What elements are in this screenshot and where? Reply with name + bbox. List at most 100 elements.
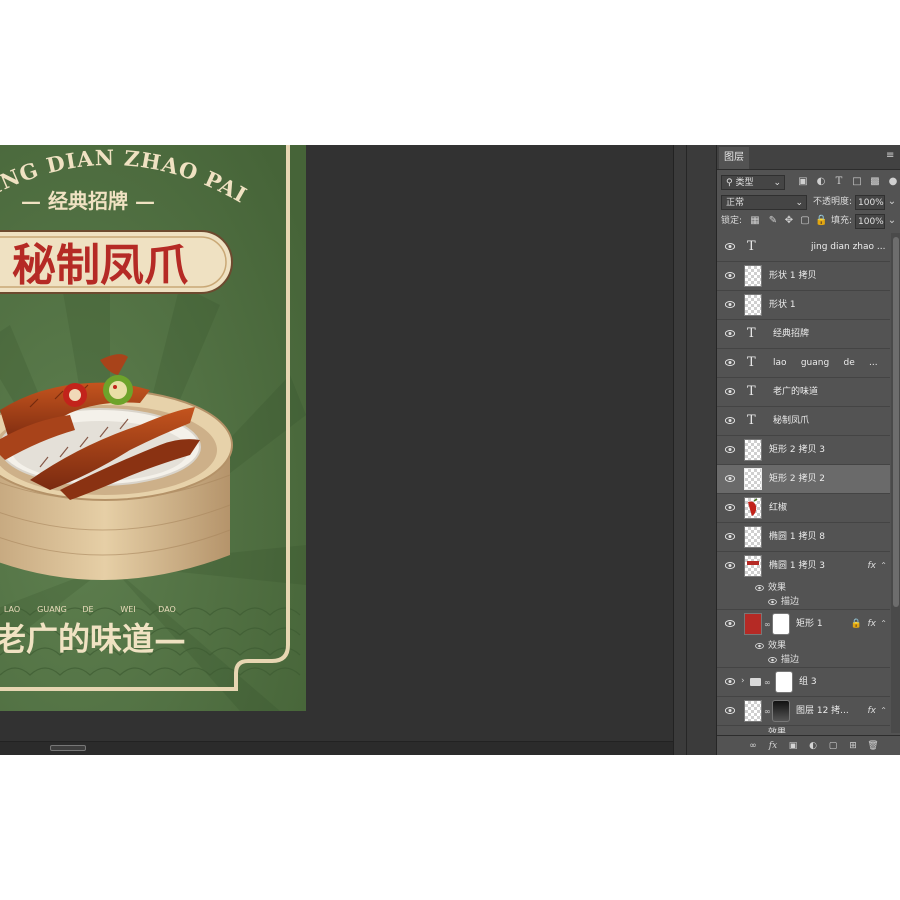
link-layers-icon[interactable]: ∞ — [747, 740, 759, 752]
layer-name: 形状 1 拷贝 — [769, 271, 817, 281]
text-layer-icon: T — [747, 384, 756, 399]
eye-icon[interactable] — [725, 562, 735, 569]
lock-move-icon[interactable]: ✥ — [783, 215, 795, 227]
filter-adjustment-icon[interactable]: ◐ — [815, 176, 827, 188]
layer-row[interactable]: 矩形 2 拷贝 3 — [717, 436, 890, 465]
chevron-up-icon[interactable]: ⌃ — [880, 561, 887, 570]
eye-icon[interactable] — [725, 533, 735, 540]
layer-name: 图层 12 拷... — [796, 706, 849, 716]
filter-type-icon[interactable]: T — [833, 176, 845, 188]
eye-icon[interactable] — [725, 388, 735, 395]
layer-name: 老广的味道 — [773, 387, 819, 397]
effects-row[interactable]: 效果 — [717, 639, 890, 653]
poster-artboard[interactable]: JING DIAN ZHAO PAI — 经典招牌 — 秘制凤爪 — [0, 145, 306, 711]
layer-filter-select[interactable]: ⚲ 类型 ⌄ — [721, 175, 785, 190]
layer-group-row[interactable]: › ∞ 组 3 — [717, 668, 890, 697]
new-layer-icon[interactable]: ⊞ — [847, 740, 859, 752]
layer-row[interactable]: ∞ 图层 12 拷... fx ⌃ — [717, 697, 890, 726]
eye-icon[interactable] — [725, 359, 735, 366]
eye-icon[interactable] — [725, 272, 735, 279]
fill-input[interactable]: 100% — [855, 214, 885, 229]
canvas-workspace[interactable]: JING DIAN ZHAO PAI — 经典招牌 — 秘制凤爪 — [0, 145, 673, 741]
layer-name: 形状 1 — [769, 300, 796, 310]
photoshop-window: JING DIAN ZHAO PAI — 经典招牌 — 秘制凤爪 — [0, 145, 900, 755]
eye-icon[interactable] — [768, 657, 777, 663]
panel-menu-icon[interactable]: ≡ — [886, 151, 895, 161]
layer-row[interactable]: 椭圆 1 拷贝 8 — [717, 523, 890, 552]
lock-icon: 🔒 — [850, 619, 862, 629]
lock-brush-icon[interactable]: ✎ — [767, 215, 779, 227]
eye-icon[interactable] — [725, 620, 735, 627]
effects-row[interactable]: 效果 — [717, 581, 890, 595]
opacity-input[interactable]: 100% — [855, 195, 885, 210]
chevron-up-icon[interactable]: ⌃ — [880, 706, 887, 715]
horizontal-scrollbar[interactable] — [0, 741, 673, 755]
eye-icon[interactable] — [768, 599, 777, 605]
layers-panel: 图层 ≡ ⚲ 类型 ⌄ ▣ ◐ T □ ▩ ● 正常 ⌄ 不透明度: 100% — [716, 145, 900, 755]
eye-icon[interactable] — [725, 707, 735, 714]
new-group-icon[interactable]: ▢ — [827, 740, 839, 752]
link-icon[interactable]: ∞ — [764, 678, 771, 687]
blend-mode-select[interactable]: 正常 ⌄ — [721, 195, 807, 210]
subtitle-text: — 经典招牌 — — [21, 189, 155, 213]
layer-row-selected[interactable]: 矩形 2 拷贝 2 — [717, 465, 890, 494]
trash-icon[interactable]: 🗑 — [867, 740, 879, 752]
chevron-down-icon[interactable]: ⌄ — [886, 215, 898, 227]
chevron-down-icon[interactable]: ⌄ — [886, 196, 898, 208]
mask-thumbnail — [775, 671, 793, 693]
poster-artwork: JING DIAN ZHAO PAI — 经典招牌 — 秘制凤爪 — [0, 145, 306, 711]
chevron-up-icon[interactable]: ⌃ — [880, 619, 887, 628]
eye-icon[interactable] — [725, 504, 735, 511]
link-icon[interactable]: ∞ — [764, 707, 771, 716]
fx-icon[interactable]: fx — [868, 706, 877, 716]
stroke-effect-label: 描边 — [781, 655, 800, 665]
layer-row[interactable]: T 老广的味道 — [717, 378, 890, 407]
eye-icon[interactable] — [755, 643, 764, 649]
layer-row[interactable]: T 秘制凤爪 — [717, 407, 890, 436]
eye-icon[interactable] — [725, 330, 735, 337]
panel-footer: ∞ fx ▣ ◐ ▢ ⊞ 🗑 — [717, 735, 900, 755]
layer-thumbnail — [744, 468, 762, 490]
add-mask-icon[interactable]: ▣ — [787, 740, 799, 752]
effects-row[interactable]: 效果 — [717, 726, 890, 733]
chevron-right-icon[interactable]: › — [741, 676, 745, 686]
filter-shape-icon[interactable]: □ — [851, 176, 863, 188]
search-icon: ⚲ — [726, 178, 733, 188]
filter-smart-object-icon[interactable]: ▩ — [869, 176, 881, 188]
layer-row[interactable]: ∞ 矩形 1 🔒 fx ⌃ 效果 描边 — [717, 610, 890, 668]
eye-icon[interactable] — [725, 243, 735, 250]
pinyin-wei: WEI — [120, 605, 135, 614]
stroke-effect-row[interactable]: 描边 — [717, 653, 890, 667]
filter-pixel-icon[interactable]: ▣ — [797, 176, 809, 188]
add-style-icon[interactable]: fx — [767, 740, 779, 752]
filter-toggle-icon[interactable]: ● — [887, 176, 899, 188]
layer-name: 椭圆 1 拷贝 8 — [769, 532, 826, 542]
effects-label: 效果 — [768, 641, 787, 651]
eye-icon[interactable] — [725, 446, 735, 453]
layer-row[interactable]: 形状 1 拷贝 — [717, 262, 890, 291]
layers-scrollbar[interactable] — [891, 233, 900, 733]
fx-icon[interactable]: fx — [868, 619, 877, 629]
link-icon[interactable]: ∞ — [764, 620, 771, 629]
layer-row[interactable]: T jing dian zhao ... — [717, 233, 890, 262]
layer-row[interactable]: 红椒 — [717, 494, 890, 523]
layer-row[interactable]: T lao guang de ... — [717, 349, 890, 378]
lock-artboard-icon[interactable]: ▢ — [799, 215, 811, 227]
eye-icon[interactable] — [755, 585, 764, 591]
eye-icon[interactable] — [725, 301, 735, 308]
lock-transparency-icon[interactable]: ▦ — [749, 215, 761, 227]
layer-row[interactable]: 椭圆 1 拷贝 3 fx ⌃ 效果 描边 — [717, 552, 890, 610]
adjustment-layer-icon[interactable]: ◐ — [807, 740, 819, 752]
pinyin-dao: DAO — [158, 605, 176, 614]
tab-layers[interactable]: 图层 — [719, 147, 749, 169]
layers-list[interactable]: T jing dian zhao ... 形状 1 拷贝 形状 1 T 经典招牌 — [717, 233, 890, 733]
fx-icon[interactable]: fx — [868, 561, 877, 571]
stroke-effect-row[interactable]: 描边 — [717, 595, 890, 609]
layer-name: 椭圆 1 拷贝 3 — [769, 561, 826, 571]
eye-icon[interactable] — [725, 417, 735, 424]
eye-icon[interactable] — [725, 475, 735, 482]
layer-row[interactable]: T 经典招牌 — [717, 320, 890, 349]
eye-icon[interactable] — [725, 678, 735, 685]
lock-all-icon[interactable]: 🔒 — [815, 215, 827, 227]
layer-row[interactable]: 形状 1 — [717, 291, 890, 320]
